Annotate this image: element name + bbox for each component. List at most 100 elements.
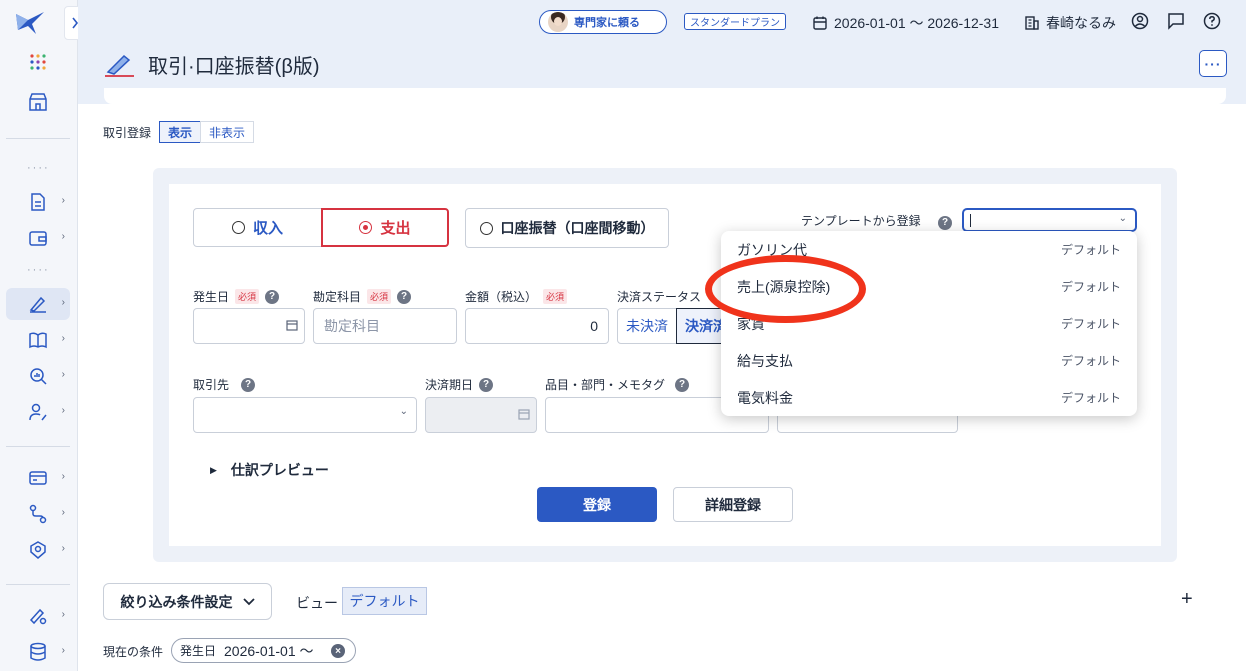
help-icon[interactable]: ? [265, 289, 280, 304]
chip-key: 発生日 [180, 644, 217, 658]
registration-label: 取引登録 [103, 126, 152, 140]
tags-field-label: 品目・部門・メモタグ ? [545, 376, 690, 393]
text-cursor [970, 214, 971, 227]
chat-icon[interactable] [1167, 12, 1185, 30]
detail-register-button[interactable]: 詳細登録 [673, 487, 793, 522]
triangle-right-icon: ▶ [210, 464, 217, 475]
transfer-radio[interactable]: 口座振替（口座間移動） [465, 208, 669, 248]
current-conditions-label: 現在の条件 [103, 645, 164, 659]
hide-toggle[interactable]: 非表示 [200, 121, 254, 143]
view-tag[interactable]: デフォルト [342, 587, 427, 615]
template-label-text: テンプレートから登録 [801, 214, 921, 228]
date-input[interactable] [193, 308, 305, 344]
highlight-annotation [705, 255, 866, 323]
template-tag: デフォルト [1060, 243, 1121, 257]
list-item[interactable]: 給与支払 デフォルト [721, 342, 1137, 379]
account-input[interactable]: 勘定科目 [313, 308, 457, 344]
date-field-label: 発生日 必須 ? [193, 288, 280, 305]
expense-label: 支出 [380, 220, 411, 237]
show-toggle[interactable]: 表示 [159, 121, 201, 143]
sidebar-item-payroll[interactable]: › [6, 396, 70, 428]
help-circle-icon[interactable] [1203, 12, 1221, 30]
status-field-label: 決済ステータス [617, 288, 701, 305]
apps-grid-icon[interactable] [6, 46, 70, 78]
due-label-text: 決済期日 [425, 378, 474, 392]
sidebar-item-cards[interactable]: › [6, 462, 70, 494]
chevron-down-icon [242, 597, 255, 605]
template-select[interactable]: ⌄ [962, 208, 1137, 232]
help-icon[interactable]: ? [675, 377, 690, 392]
template-tag: デフォルト [1060, 317, 1121, 331]
sidebar-item-reports[interactable]: › [6, 360, 70, 392]
partner-label-text: 取引先 [193, 378, 230, 392]
store-icon[interactable] [6, 86, 70, 118]
journal-preview-toggle[interactable]: ▶ 仕訳プレビュー [210, 460, 329, 480]
sidebar: ···· › › ···· › › › › › › › › › [0, 0, 95, 671]
register-button[interactable]: 登録 [537, 487, 657, 522]
sidebar-item-data[interactable]: › [6, 636, 70, 668]
expense-radio[interactable]: 支出 [321, 208, 449, 247]
help-icon[interactable]: ? [938, 215, 952, 230]
date-label-text: 発生日 [193, 290, 230, 304]
chevron-right-icon: › [61, 609, 65, 620]
view-label: ビュー [296, 595, 338, 611]
help-icon[interactable]: ? [241, 377, 256, 392]
condition-chip[interactable]: 発生日 2026-01-01 〜 × [171, 638, 356, 663]
document-icon [31, 193, 45, 211]
template-tag: デフォルト [1060, 391, 1121, 405]
plan-badge[interactable]: スタンダードプラン [684, 13, 786, 30]
flow-icon [29, 504, 47, 524]
list-item[interactable]: 電気料金 デフォルト [721, 379, 1137, 416]
radio-selected-icon [359, 221, 373, 234]
template-label: テンプレートから登録 ? [801, 212, 952, 230]
partner-field-label: 取引先 ? [193, 376, 256, 393]
more-options-button[interactable]: ··· [1199, 50, 1227, 77]
filter-settings-label: 絞り込み条件設定 [120, 593, 233, 610]
sidebar-item-assets[interactable]: › [6, 534, 70, 566]
required-badge: 必須 [367, 289, 392, 304]
ask-expert-button[interactable]: 専門家に頼る [539, 10, 667, 34]
sidebar-item-wallet[interactable]: › [6, 222, 70, 254]
close-icon[interactable]: × [331, 644, 345, 658]
sidebar-dots: ···· [27, 264, 50, 276]
help-icon[interactable]: ? [479, 377, 494, 392]
due-field-label: 決済期日 ? [425, 376, 494, 393]
chevron-right-icon: › [61, 369, 65, 380]
sidebar-item-settings-journal[interactable]: › [6, 600, 70, 632]
calendar-icon [813, 16, 827, 30]
header-card [104, 88, 1226, 104]
partner-select[interactable]: ⌄ [193, 397, 417, 433]
office-selector[interactable]: 春崎なるみ [1024, 13, 1116, 33]
calendar-icon [518, 409, 530, 420]
due-date-input[interactable] [425, 397, 537, 433]
page-title-text: 取引·口座振替(β版) [148, 56, 320, 78]
fiscal-period[interactable]: 2026-01-01 〜 2026-12-31 [812, 13, 999, 33]
building-icon [1025, 16, 1039, 30]
help-icon[interactable]: ? [397, 289, 412, 304]
template-tag: デフォルト [1060, 354, 1121, 368]
chevron-right-icon: › [61, 333, 65, 344]
fiscal-period-text: 2026-01-01 〜 2026-12-31 [834, 15, 1000, 31]
chevron-right-icon: › [61, 471, 65, 482]
chevron-right-icon: › [61, 195, 65, 206]
chevron-down-icon: ⌄ [1118, 213, 1127, 224]
chevron-right-icon: › [61, 507, 65, 518]
add-view-button[interactable]: + [1181, 588, 1193, 611]
sidebar-item-documents[interactable]: › [6, 186, 70, 218]
journal-preview-label: 仕訳プレビュー [230, 462, 329, 478]
sidebar-item-workflow[interactable]: › [6, 498, 70, 530]
income-radio[interactable]: 収入 [193, 208, 322, 247]
status-unpaid-toggle[interactable]: 未決済 [617, 308, 677, 344]
user-account-icon[interactable] [1131, 12, 1149, 30]
amount-input[interactable]: 0 [465, 308, 609, 344]
chip-value: 2026-01-01 〜 [224, 642, 314, 659]
template-name: 給与支払 [737, 352, 793, 369]
template-tag: デフォルト [1060, 280, 1121, 294]
avatar [548, 12, 568, 32]
sidebar-divider [6, 446, 70, 447]
sidebar-item-books[interactable]: › [6, 324, 70, 356]
app-logo-icon[interactable] [14, 10, 48, 36]
sidebar-item-transactions[interactable]: › [6, 288, 70, 320]
sidebar-divider [6, 138, 70, 139]
filter-settings-button[interactable]: 絞り込み条件設定 [103, 583, 272, 620]
